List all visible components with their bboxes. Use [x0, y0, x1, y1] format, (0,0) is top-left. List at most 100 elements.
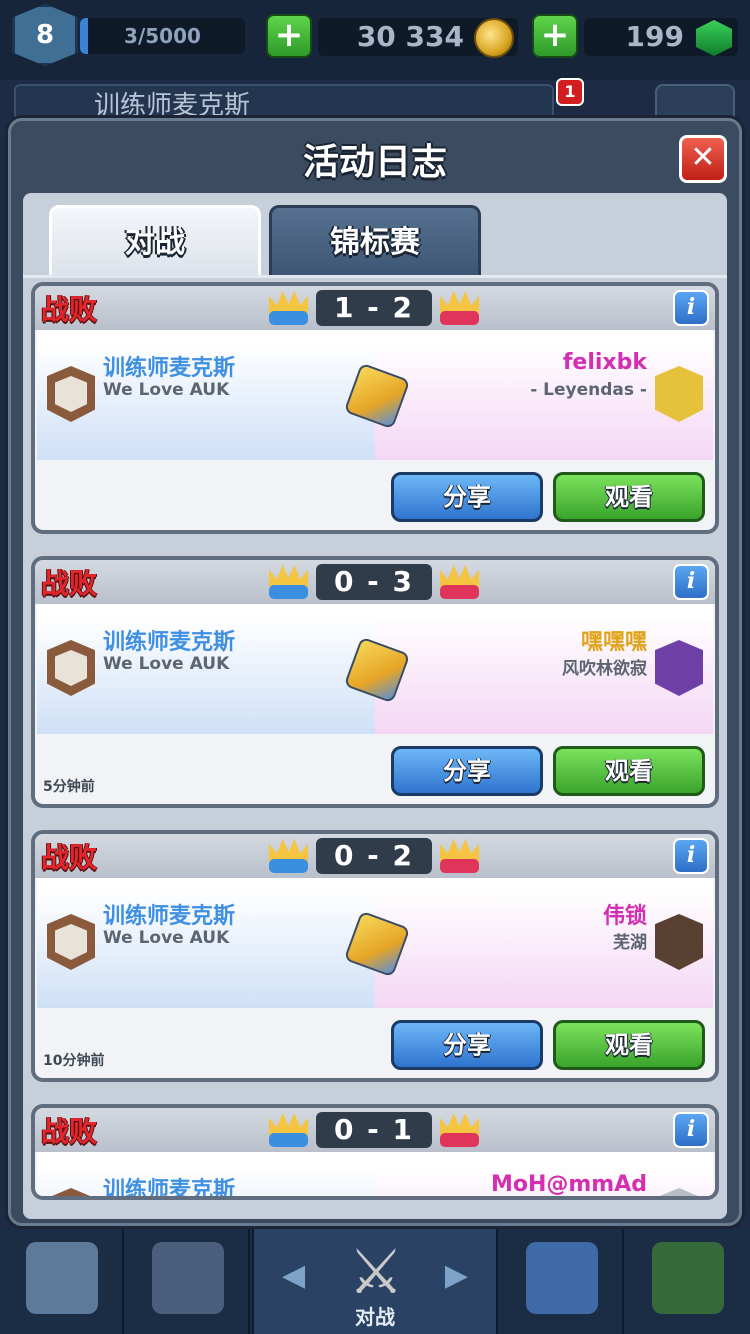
result-label: 战败: [41, 567, 98, 600]
share-button[interactable]: 分享: [391, 1020, 543, 1070]
result-label: 战败: [41, 841, 98, 874]
info-button[interactable]: i: [673, 1112, 709, 1148]
clan-icon: [526, 1242, 598, 1314]
arrow-left-icon[interactable]: ◀: [282, 1258, 305, 1293]
experience-bar: 3/5000: [80, 18, 245, 54]
notification-badge: 1: [556, 78, 584, 106]
opponent-clan: 风吹林欲寂: [562, 659, 647, 679]
clan-badge-icon: [655, 366, 703, 422]
watch-button[interactable]: 观看: [553, 746, 705, 796]
battle-card: 战败 1 - 2 i 训练师麦克斯 We Love AUK felixbk - …: [31, 282, 719, 534]
score-text: 1 - 2: [316, 290, 432, 326]
battle-card: 战败 0 - 2 i 训练师麦克斯 We Love AUK 伟锁 芜湖 10分钟…: [31, 830, 719, 1082]
player-name[interactable]: 训练师麦克斯: [103, 898, 235, 930]
player-name[interactable]: 训练师麦克斯: [103, 624, 235, 656]
cards-icon: [152, 1242, 224, 1314]
score-box: 1 - 2: [269, 286, 479, 330]
add-gold-button[interactable]: +: [266, 14, 312, 58]
gold-value: 30 334: [356, 20, 464, 53]
profile-name: 训练师麦克斯: [94, 91, 251, 121]
battle-list[interactable]: 战败 1 - 2 i 训练师麦克斯 We Love AUK felixbk - …: [23, 275, 727, 1219]
watch-button[interactable]: 观看: [553, 472, 705, 522]
card-header: 战败 1 - 2 i: [35, 286, 715, 330]
blue-crown-icon: [269, 839, 308, 873]
modal-body: 对战 锦标赛 战败 1 - 2 i 训练师麦克斯 We Love AUK fel…: [23, 193, 727, 1219]
opponent-name[interactable]: MoH@mmAd: [491, 1172, 647, 1196]
score-box: 0 - 2: [269, 834, 479, 878]
nav-battle-label: 对战: [355, 1305, 395, 1329]
score-text: 0 - 3: [316, 564, 432, 600]
card-header: 战败 0 - 3 i: [35, 560, 715, 604]
clan-badge-icon: [655, 914, 703, 970]
players-row: 训练师麦克斯 We Love AUK 伟锁 芜湖: [37, 878, 713, 1008]
opponent-clan: 芜湖: [613, 933, 647, 953]
share-button[interactable]: 分享: [391, 472, 543, 522]
gold-counter: 30 334: [318, 18, 518, 58]
clan-badge-icon: [655, 1188, 703, 1196]
info-button[interactable]: i: [673, 838, 709, 874]
clan-badge-icon: [655, 640, 703, 696]
plus-icon: +: [274, 15, 304, 55]
tab-tournaments[interactable]: 锦标赛: [269, 205, 481, 275]
player-name[interactable]: 训练师麦克斯: [103, 1172, 235, 1196]
players-row: 训练师麦克斯 MoH@mmAd: [37, 1152, 713, 1196]
opponent-clan: - Leyendas -: [530, 380, 647, 400]
nav-battle[interactable]: ◀ ⚔ ▶ 对战: [252, 1228, 498, 1334]
result-label: 战败: [41, 293, 98, 326]
player-side: 训练师麦克斯 We Love AUK: [37, 330, 375, 460]
blue-crown-icon: [269, 291, 308, 325]
info-button[interactable]: i: [673, 564, 709, 600]
calendar-icon: [652, 1242, 724, 1314]
modal-title: 活动日志: [302, 142, 447, 183]
player-clan: We Love AUK: [103, 928, 230, 948]
nav-events[interactable]: [626, 1228, 750, 1334]
blue-crown-icon: [269, 1113, 308, 1147]
level-badge[interactable]: 8: [12, 4, 78, 66]
close-button[interactable]: ✕: [679, 135, 727, 183]
info-button[interactable]: i: [673, 290, 709, 326]
nav-shop[interactable]: [0, 1228, 124, 1334]
clan-badge-icon: [47, 1188, 95, 1196]
red-crown-icon: [440, 1113, 479, 1147]
player-side: 训练师麦克斯: [37, 1152, 375, 1196]
clan-badge-icon: [47, 366, 95, 422]
plus-icon: +: [540, 15, 570, 55]
card-header: 战败 0 - 1 i: [35, 1108, 715, 1152]
add-gems-button[interactable]: +: [532, 14, 578, 58]
opponent-name[interactable]: 嘿嘿嘿: [581, 624, 647, 656]
result-label: 战败: [41, 1115, 98, 1148]
share-button[interactable]: 分享: [391, 746, 543, 796]
player-clan: We Love AUK: [103, 380, 230, 400]
nav-clan[interactable]: [500, 1228, 624, 1334]
opponent-side: 嘿嘿嘿 风吹林欲寂: [375, 604, 713, 734]
opponent-name[interactable]: felixbk: [563, 350, 647, 375]
battle-card: 战败 0 - 1 i 训练师麦克斯 MoH@mmAd: [31, 1104, 719, 1200]
close-icon: ✕: [690, 140, 716, 175]
tab-battles[interactable]: 对战: [49, 205, 261, 275]
level-value: 8: [35, 20, 55, 50]
opponent-name[interactable]: 伟锁: [603, 898, 647, 930]
players-row: 训练师麦克斯 We Love AUK felixbk - Leyendas -: [37, 330, 713, 460]
score-box: 0 - 1: [269, 1108, 479, 1152]
coin-icon: [474, 18, 514, 58]
opponent-side: 伟锁 芜湖: [375, 878, 713, 1008]
nav-cards[interactable]: [126, 1228, 250, 1334]
chest-icon: [26, 1242, 98, 1314]
top-resource-bar: 8 3/5000 + 30 334 + 199: [0, 0, 750, 80]
gems-value: 199: [625, 20, 684, 53]
player-side: 训练师麦克斯 We Love AUK: [37, 878, 375, 1008]
player-clan: We Love AUK: [103, 654, 230, 674]
opponent-side: felixbk - Leyendas -: [375, 330, 713, 460]
card-header: 战败 0 - 2 i: [35, 834, 715, 878]
watch-button[interactable]: 观看: [553, 1020, 705, 1070]
player-name[interactable]: 训练师麦克斯: [103, 350, 235, 382]
red-crown-icon: [440, 565, 479, 599]
opponent-side: MoH@mmAd: [375, 1152, 713, 1196]
arrow-right-icon[interactable]: ▶: [445, 1258, 468, 1293]
clan-badge-icon: [47, 640, 95, 696]
score-text: 0 - 1: [316, 1112, 432, 1148]
blue-crown-icon: [269, 565, 308, 599]
score-text: 0 - 2: [316, 838, 432, 874]
battle-log-modal: 活动日志 ✕ 对战 锦标赛 战败 1 - 2 i 训练师麦克斯 We Love …: [8, 118, 742, 1226]
battle-card: 战败 0 - 3 i 训练师麦克斯 We Love AUK 嘿嘿嘿 风吹林欲寂 …: [31, 556, 719, 808]
